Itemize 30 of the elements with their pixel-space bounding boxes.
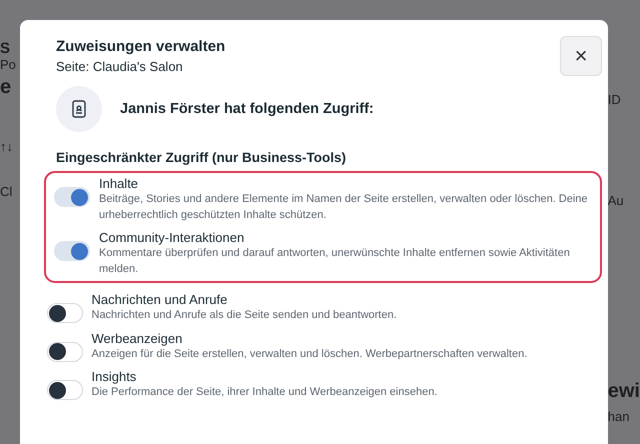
permission-name: Inhalte <box>99 175 140 192</box>
toggle-switch[interactable] <box>46 342 82 362</box>
toggle-switch[interactable] <box>46 303 82 323</box>
background-text: ID <box>608 92 622 107</box>
permission-name: Community-Interaktionen <box>99 229 246 246</box>
permission-description: Beiträge, Stories und andere Elemente im Namen der Seite erstellen, verwalten oder löschen. Deine urheberrechtlich geschützten Inhalte schützen. <box>99 192 589 222</box>
id-badge-icon <box>56 86 102 132</box>
toggle-switch[interactable] <box>54 241 90 261</box>
permission-description: Die Performance der Seite, ihrer Inhalte und Werbeanzeigen einsehen. <box>92 385 438 400</box>
background-text: Au <box>608 193 625 208</box>
toggle-switch[interactable] <box>46 380 82 400</box>
toggle-switch[interactable] <box>54 187 90 207</box>
permission-description: Anzeigen für die Seite erstellen, verwalten und löschen. Werbepartnerschaften verwalten. <box>92 346 528 362</box>
background-text: Po <box>0 57 16 72</box>
close-button[interactable]: × <box>560 36 602 76</box>
permission-name: Werbeanzeigen <box>92 330 184 346</box>
background-text: e <box>0 76 12 99</box>
permission-description: Nachrichten und Anrufe als die Seite senden und beantworten. <box>92 308 397 323</box>
background-text: Cl <box>0 184 14 199</box>
permission-name: Nachrichten und Anrufe <box>92 291 228 308</box>
permission-name: Insights <box>92 368 138 385</box>
section-title: Eingeschränkter Zugriff (nur Business-Tools) <box>56 150 348 165</box>
permission-description: Kommentare überprüfen und darauf antworten, unerwünschte Inhalte entfernen sowie Aktivitäten melden. <box>99 246 571 276</box>
dialog-title: Zuweisungen verwalten <box>56 38 226 55</box>
dialog-subtitle: Seite: Claudia's Salon <box>56 59 184 74</box>
background-text: S <box>0 40 12 57</box>
background-text: ↑↓ <box>0 139 14 154</box>
background-text: ewi <box>608 380 640 403</box>
background-text: han <box>608 409 630 424</box>
access-heading: Jannis Förster hat folgenden Zugriff: <box>120 101 374 117</box>
